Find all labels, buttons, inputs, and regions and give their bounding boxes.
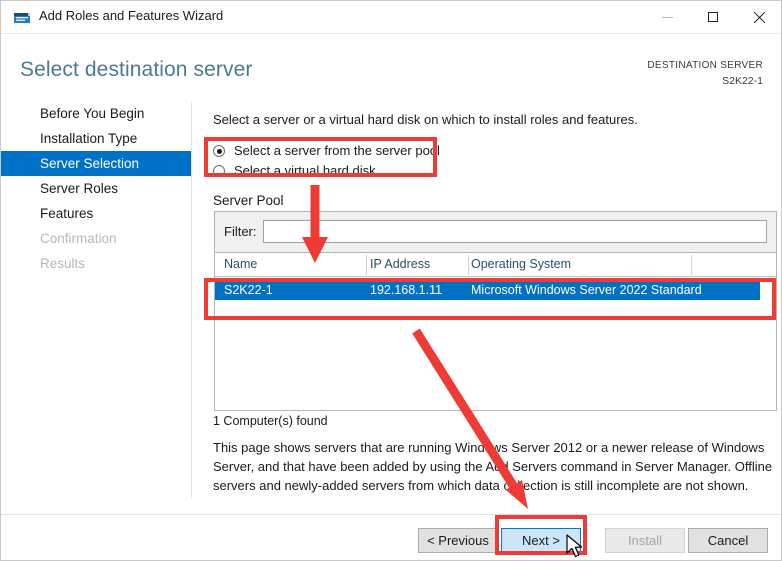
filter-bar: Filter: [215, 212, 776, 253]
sidebar-item-server-selection[interactable]: Server Selection [1, 151, 191, 176]
sidebar-item-features[interactable]: Features [1, 201, 191, 226]
filter-input[interactable] [263, 220, 767, 243]
title-bar[interactable]: Add Roles and Features Wizard [1, 1, 781, 34]
destination-server-block: DESTINATION SERVER S2K22-1 [647, 59, 763, 88]
close-button[interactable] [736, 1, 781, 33]
intro-text: Select a server or a virtual hard disk o… [213, 112, 638, 127]
radio-unchecked-icon [213, 165, 225, 177]
destination-server-label: DESTINATION SERVER [647, 60, 763, 71]
minimize-icon [661, 16, 673, 18]
radio-select-virtual-hard-disk-label: Select a virtual hard disk [234, 163, 376, 178]
server-grid-body: S2K22-1 192.168.1.11 Microsoft Windows S… [215, 277, 776, 410]
radio-select-server-from-pool[interactable]: Select a server from the server pool [213, 141, 440, 161]
filter-label: Filter: [224, 224, 257, 239]
window-title: Add Roles and Features Wizard [39, 8, 224, 23]
column-divider-1[interactable] [366, 255, 367, 275]
column-header-operating-system[interactable]: Operating System [471, 257, 571, 271]
footer-button-bar: < Previous Next > Install Cancel [1, 515, 781, 560]
cell-operating-system: Microsoft Windows Server 2022 Standard [471, 283, 702, 297]
column-divider-3[interactable] [691, 255, 692, 275]
destination-server-value: S2K22-1 [722, 75, 763, 87]
sidebar-item-server-roles[interactable]: Server Roles [1, 176, 191, 201]
install-button: Install [605, 528, 685, 553]
previous-button[interactable]: < Previous [418, 528, 498, 553]
page-title: Select destination server [20, 58, 253, 81]
sidebar-item-confirmation: Confirmation [40, 231, 117, 246]
nav-divider [191, 101, 192, 499]
server-grid-header: Name IP Address Operating System [215, 253, 776, 277]
cell-ip-address: 192.168.1.11 [370, 283, 443, 297]
cell-name: S2K22-1 [224, 283, 273, 297]
radio-select-virtual-hard-disk[interactable]: Select a virtual hard disk [213, 161, 376, 181]
sidebar-item-before-you-begin[interactable]: Before You Begin [1, 101, 191, 126]
wizard-step-nav: Before You Begin Installation Type Serve… [1, 101, 191, 501]
sidebar-item-results: Results [40, 256, 86, 271]
wizard-icon [14, 9, 30, 23]
column-divider-2[interactable] [468, 255, 469, 275]
column-header-ip-address[interactable]: IP Address [370, 257, 430, 271]
server-pool-heading: Server Pool [213, 193, 284, 208]
radio-select-server-from-pool-label: Select a server from the server pool [234, 143, 440, 158]
column-header-name[interactable]: Name [224, 257, 257, 271]
maximize-icon [708, 12, 718, 22]
add-roles-and-features-wizard-window: Add Roles and Features Wizard Select des… [0, 0, 782, 561]
sidebar-item-installation-type[interactable]: Installation Type [1, 126, 191, 151]
close-icon [753, 11, 766, 24]
radio-checked-icon [213, 145, 225, 157]
cancel-button[interactable]: Cancel [688, 528, 768, 553]
maximize-button[interactable] [690, 1, 736, 33]
computers-found-text: 1 Computer(s) found [213, 414, 328, 428]
next-button[interactable]: Next > [501, 528, 581, 553]
server-pool-panel: Filter: Name IP Address Operating System… [214, 211, 777, 411]
help-text: This page shows servers that are running… [213, 440, 773, 493]
minimize-button[interactable] [644, 1, 690, 33]
table-row[interactable]: S2K22-1 192.168.1.11 Microsoft Windows S… [215, 281, 760, 300]
